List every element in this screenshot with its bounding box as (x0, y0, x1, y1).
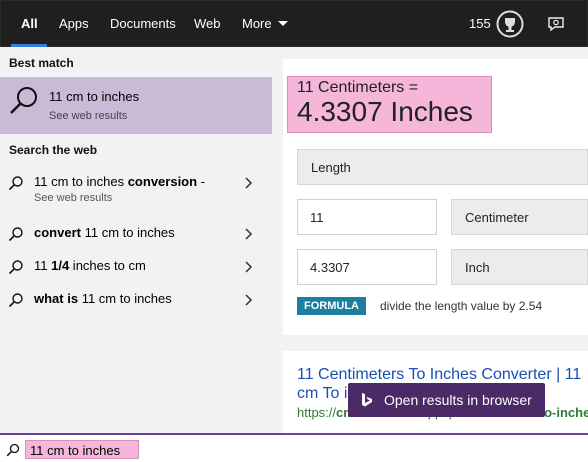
web-result-title[interactable]: 11 Centimeters To Inches Converter | 11 (297, 366, 581, 384)
suggestion-text: 11 1/4 inches to cm (34, 258, 146, 273)
results-list-panel: Best match 11 cm to inches See web resul… (0, 47, 272, 433)
best-match-heading: Best match (9, 56, 74, 70)
chevron-right-icon (245, 261, 253, 273)
tab-more-label: More (242, 16, 272, 31)
tab-web[interactable]: Web (194, 16, 221, 31)
search-icon (8, 227, 23, 242)
search-scope-bar: All Apps Documents Web More 155 (0, 0, 588, 48)
suggestion-item[interactable]: 11 1/4 inches to cm (0, 253, 272, 283)
suggestion-text: what is 11 cm to inches (34, 291, 172, 306)
caret-down-icon (277, 21, 288, 26)
chevron-right-icon (245, 294, 253, 306)
tab-documents[interactable]: Documents (110, 16, 176, 31)
trophy-icon[interactable] (496, 10, 524, 38)
suggestion-text: 11 cm to inches conversion - (34, 174, 206, 189)
suggestion-subtitle: See web results (34, 192, 113, 204)
chevron-right-icon (245, 177, 253, 189)
suggestion-item[interactable]: 11 cm to inches conversion - See web res… (0, 169, 272, 204)
tab-all[interactable]: All (21, 16, 38, 31)
search-icon (8, 176, 23, 191)
best-match-item[interactable]: 11 cm to inches See web results (0, 77, 272, 134)
tab-apps[interactable]: Apps (59, 16, 89, 31)
suggestion-text: convert 11 cm to inches (34, 225, 175, 240)
from-value-input[interactable]: 11 (297, 199, 437, 235)
suggestion-item[interactable]: convert 11 cm to inches (0, 220, 272, 250)
feedback-icon[interactable] (546, 14, 566, 34)
from-unit-select[interactable]: Centimeter (451, 199, 588, 235)
search-icon (8, 260, 23, 275)
suggestion-item[interactable]: what is 11 cm to inches (0, 286, 272, 316)
open-results-label: Open results in browser (384, 392, 532, 408)
search-icon (8, 293, 23, 308)
conversion-result-text: 4.3307 Inches (297, 96, 473, 127)
best-match-subtitle: See web results (49, 110, 128, 122)
to-unit-select[interactable]: Inch (451, 249, 588, 285)
conversion-input-text: 11 Centimeters = (297, 79, 419, 96)
to-value-input[interactable]: 4.3307 (297, 249, 437, 285)
search-box[interactable]: 11 cm to inches (0, 433, 588, 462)
bing-logo-icon (362, 393, 372, 407)
search-icon (10, 87, 37, 114)
search-query-text[interactable]: 11 cm to inches (30, 443, 120, 458)
search-web-heading: Search the web (9, 143, 98, 157)
tab-more[interactable]: More (242, 16, 288, 31)
web-result-title-continued[interactable]: cm To i (297, 385, 347, 403)
rewards-points: 155 (469, 16, 491, 31)
search-icon (6, 443, 20, 457)
measure-select[interactable]: Length (297, 149, 588, 185)
best-match-title: 11 cm to inches (49, 89, 140, 104)
formula-text: divide the length value by 2.54 (380, 299, 543, 313)
open-results-in-browser-button[interactable]: Open results in browser (348, 383, 545, 417)
chevron-right-icon (245, 228, 253, 240)
formula-badge: FORMULA (297, 297, 366, 315)
